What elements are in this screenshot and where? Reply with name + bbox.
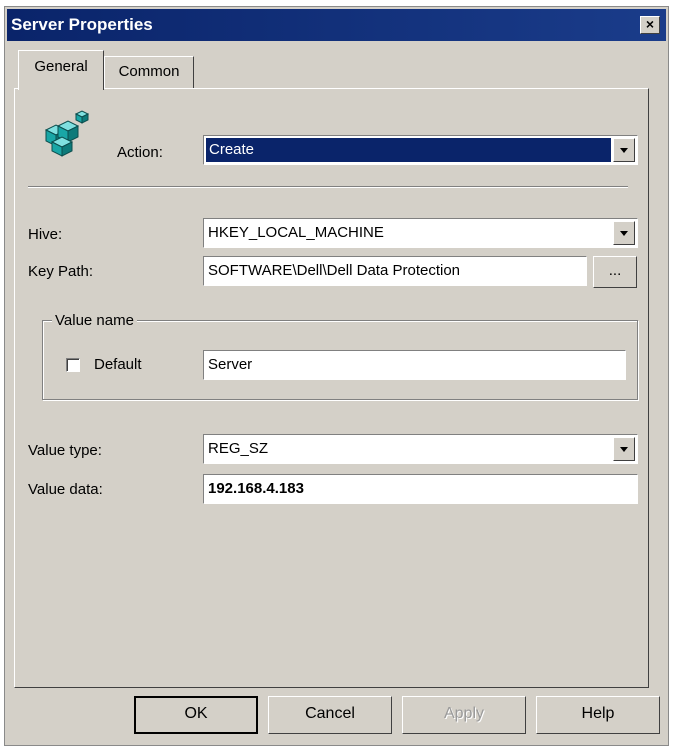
value-type-value: REG_SZ xyxy=(208,440,269,457)
value-data-label: Value data: xyxy=(28,481,103,498)
close-button[interactable]: × xyxy=(640,16,660,34)
tab-common[interactable]: Common xyxy=(104,56,194,88)
value-name-input[interactable]: Server xyxy=(203,350,626,380)
value-type-label: Value type: xyxy=(28,442,102,459)
help-button[interactable]: Help xyxy=(536,696,660,734)
chevron-down-icon[interactable] xyxy=(613,221,635,245)
title-bar[interactable]: Server Properties × xyxy=(7,9,666,41)
browse-button[interactable]: ... xyxy=(593,256,637,288)
browse-label: ... xyxy=(608,262,622,279)
action-value: Create xyxy=(206,138,611,162)
ok-label: OK xyxy=(184,705,208,722)
registry-cubes-icon xyxy=(44,110,90,157)
value-name-value: Server xyxy=(208,356,253,373)
hive-value: HKEY_LOCAL_MACHINE xyxy=(208,224,384,241)
action-label: Action: xyxy=(117,144,163,161)
chevron-down-icon[interactable] xyxy=(613,138,635,162)
cancel-button[interactable]: Cancel xyxy=(268,696,392,734)
value-data-value: 192.168.4.183 xyxy=(208,480,304,497)
key-path-value: SOFTWARE\Dell\Dell Data Protection xyxy=(208,262,461,279)
value-type-combobox[interactable]: REG_SZ xyxy=(203,434,638,464)
default-checkbox[interactable] xyxy=(66,358,80,372)
chevron-down-icon[interactable] xyxy=(613,437,635,461)
key-path-input[interactable]: SOFTWARE\Dell\Dell Data Protection xyxy=(203,256,587,286)
value-data-input[interactable]: 192.168.4.183 xyxy=(203,474,638,504)
help-label: Help xyxy=(581,705,615,722)
tab-general-label: General xyxy=(34,58,88,75)
cancel-label: Cancel xyxy=(305,705,355,722)
value-name-group-title: Value name xyxy=(52,312,137,329)
apply-button[interactable]: Apply xyxy=(402,696,526,734)
apply-label: Apply xyxy=(443,705,485,722)
tab-common-label: Common xyxy=(118,63,180,80)
divider xyxy=(28,186,628,188)
tab-general[interactable]: General xyxy=(18,50,104,90)
hive-combobox[interactable]: HKEY_LOCAL_MACHINE xyxy=(203,218,638,248)
action-combobox[interactable]: Create xyxy=(203,135,638,165)
close-icon: × xyxy=(645,16,655,32)
ok-button[interactable]: OK xyxy=(134,696,258,734)
hive-label: Hive: xyxy=(28,226,63,243)
key-path-label: Key Path: xyxy=(28,263,94,280)
default-label[interactable]: Default xyxy=(94,356,142,373)
window-title: Server Properties xyxy=(11,15,153,34)
